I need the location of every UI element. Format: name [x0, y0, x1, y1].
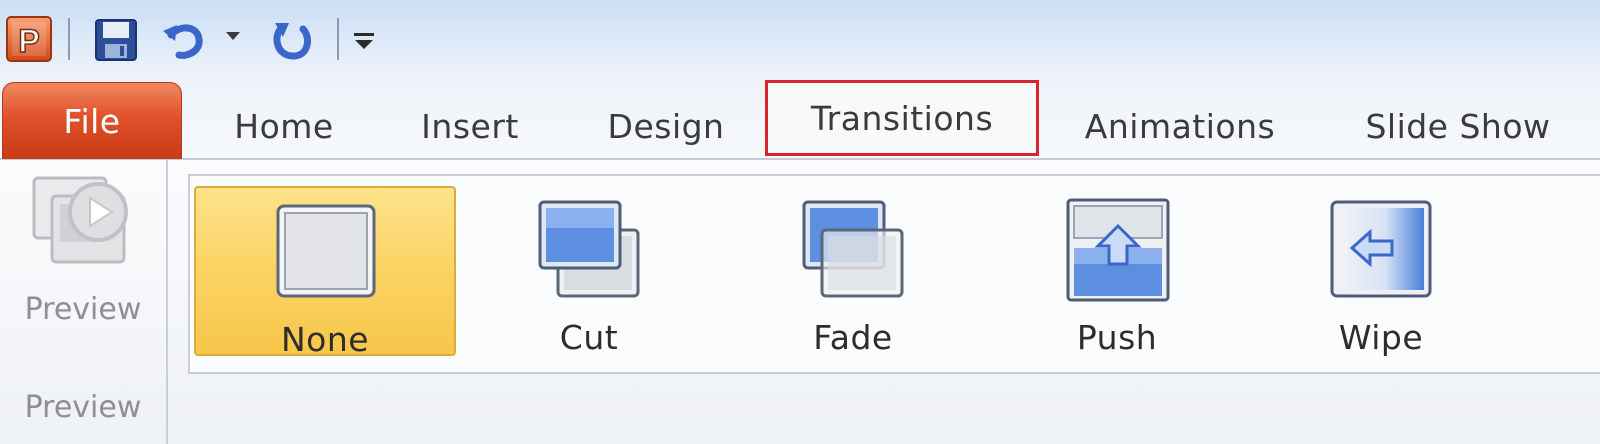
transition-none-icon: [270, 200, 380, 304]
tab-home[interactable]: Home: [208, 98, 360, 154]
transition-none-label: None: [280, 320, 370, 359]
preview-group: Preview Preview: [0, 160, 168, 444]
transition-fade[interactable]: Fade: [722, 186, 984, 357]
undo-dropdown-icon[interactable]: [222, 24, 244, 48]
transition-cut[interactable]: Cut: [458, 186, 720, 357]
ribbon-panel: Preview Preview None Cut Fade Push Wipe: [0, 160, 1600, 444]
tab-animations[interactable]: Animations: [1066, 98, 1294, 154]
transition-gallery: None Cut Fade Push Wipe: [188, 174, 1600, 374]
transition-none[interactable]: None: [194, 186, 456, 359]
transition-push-icon: [1062, 198, 1172, 302]
transition-fade-icon: [798, 198, 908, 302]
transition-push[interactable]: Push: [986, 186, 1248, 357]
undo-icon[interactable]: [160, 16, 210, 64]
preview-group-label: Preview: [24, 390, 142, 425]
toolbar-separator: [337, 18, 339, 60]
redo-icon[interactable]: [268, 16, 316, 64]
save-icon[interactable]: [92, 16, 140, 64]
powerpoint-logo-icon[interactable]: P: [6, 16, 52, 62]
transition-cut-label: Cut: [559, 318, 619, 357]
transition-fade-label: Fade: [813, 318, 893, 357]
tab-design[interactable]: Design: [584, 98, 748, 154]
quick-access-toolbar: P: [0, 0, 1600, 80]
transition-cut-icon: [534, 198, 644, 302]
tab-file[interactable]: File: [2, 82, 182, 159]
transition-wipe-label: Wipe: [1338, 318, 1424, 357]
ribbon-tab-strip: File Home Insert Design Transitions Anim…: [0, 80, 1600, 160]
transition-push-label: Push: [1076, 318, 1158, 357]
transition-wipe[interactable]: Wipe: [1250, 186, 1512, 357]
transition-wipe-icon: [1326, 198, 1436, 302]
customize-toolbar-icon[interactable]: [348, 22, 380, 58]
preview-icon[interactable]: [30, 174, 130, 270]
toolbar-separator: [68, 18, 70, 60]
tab-transitions[interactable]: Transitions: [765, 80, 1039, 156]
preview-button-label[interactable]: Preview: [0, 292, 166, 327]
tab-insert[interactable]: Insert: [398, 98, 542, 154]
tab-slide-show[interactable]: Slide Show: [1340, 98, 1576, 154]
svg-text:P: P: [18, 23, 39, 59]
